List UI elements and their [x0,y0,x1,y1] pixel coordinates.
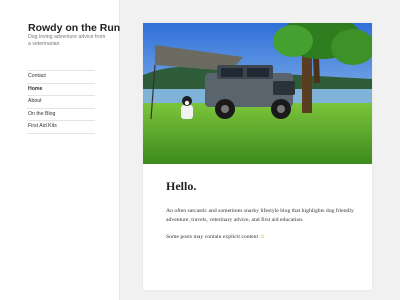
disclaimer-paragraph: Some posts may contain explicit content … [166,233,356,242]
post-title: Hello. [166,179,197,193]
nav-item-contact[interactable]: Contact [27,70,95,83]
sidebar: Rowdy on the Run Dog loving adventure ad… [0,0,120,300]
disclaimer-text: Some posts may contain explicit content [166,233,259,240]
smiling-face-icon: ☺ [259,233,266,240]
nav-item-first-aid-kits[interactable]: First Aid Kits [27,120,95,134]
post-body: An often sarcastic and sometimes snarky … [166,207,356,249]
main-navigation: Contact Home About On the Blog First Aid… [27,70,95,134]
nav-item-home[interactable]: Home [27,82,95,96]
intro-paragraph: An often sarcastic and sometimes snarky … [166,208,354,223]
post-card: Hello. An often sarcastic and sometimes … [143,23,372,290]
nav-item-on-the-blog[interactable]: On the Blog [27,107,95,121]
site-description: Dog loving adventure advice from a veter… [28,34,106,47]
nav-item-about[interactable]: About [27,95,95,108]
featured-image [143,23,372,164]
site-title[interactable]: Rowdy on the Run [28,22,120,34]
